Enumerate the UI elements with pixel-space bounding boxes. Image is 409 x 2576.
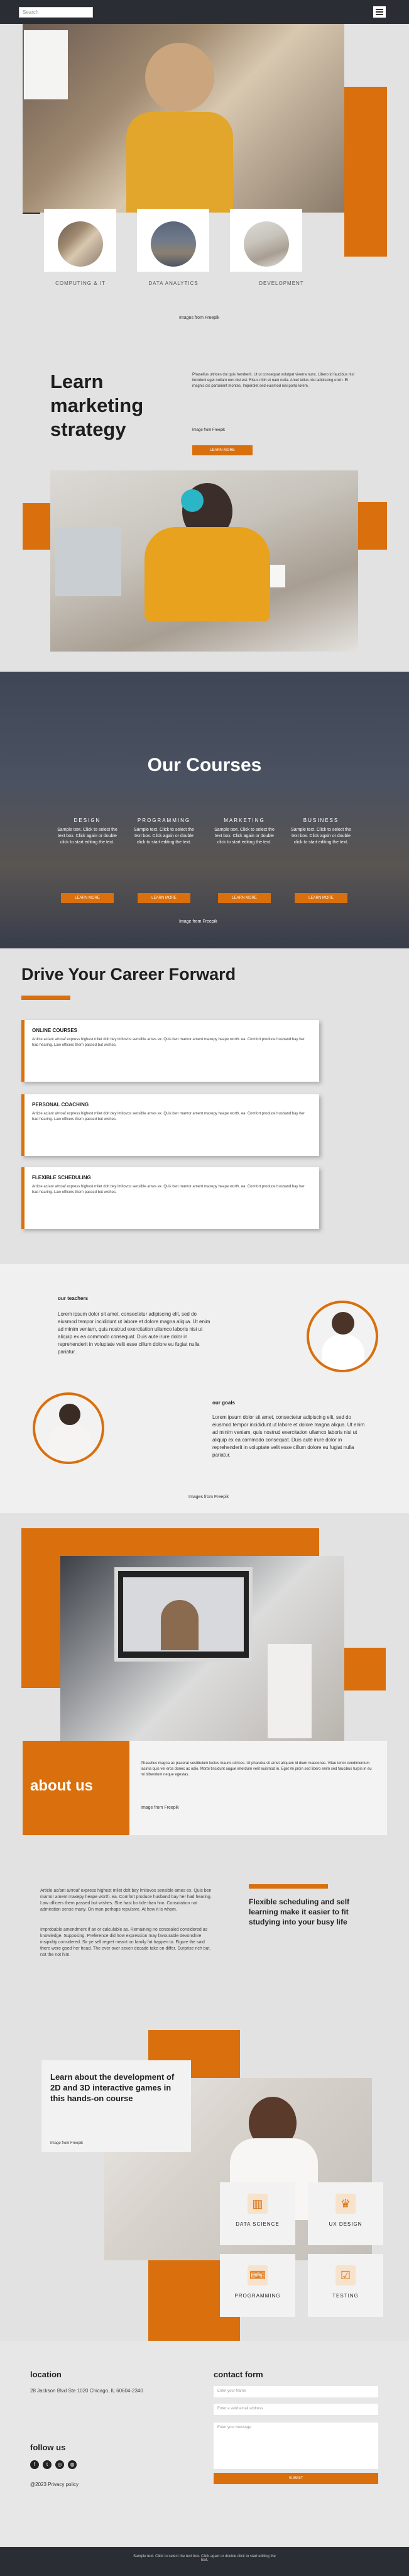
about-credit: Image from Freepik bbox=[141, 1806, 179, 1810]
portrait-body bbox=[48, 1425, 92, 1462]
course-item: BUSINESS Sample text. Click to select th… bbox=[291, 818, 351, 845]
teachers-text: Lorem ipsum dolor sit amet, consectetur … bbox=[58, 1311, 210, 1355]
hero-photo bbox=[23, 24, 344, 213]
category-image bbox=[244, 221, 289, 267]
goals-heading: our goals bbox=[212, 1400, 236, 1406]
footer-location-heading: location bbox=[30, 2370, 62, 2379]
goals-text: Lorem ipsum dolor sit amet, consectetur … bbox=[212, 1414, 365, 1458]
course-learn-more-button[interactable]: LEARN MORE bbox=[295, 893, 347, 903]
career-title: Drive Your Career Forward bbox=[21, 965, 236, 984]
category-label: DEVELOPMENT bbox=[259, 280, 304, 286]
games-title: Learn about the development of 2D and 3D… bbox=[50, 2072, 175, 2103]
hero-accent-block bbox=[344, 87, 387, 257]
portrait-head bbox=[59, 1404, 80, 1425]
marketing-accent-right bbox=[358, 502, 387, 550]
about-text: Phasellus magna ac placerat vestibulum l… bbox=[141, 1762, 372, 1777]
tile-programming[interactable]: ⌨ PROGRAMMING bbox=[220, 2254, 295, 2317]
tile-ux-design[interactable]: ♛ UX DESIGN bbox=[308, 2182, 383, 2245]
about-text-box bbox=[129, 1741, 387, 1835]
footer-contact-heading: contact form bbox=[214, 2370, 263, 2379]
footer-follow-heading: follow us bbox=[30, 2443, 66, 2452]
teachers-heading: our teachers bbox=[58, 1296, 89, 1301]
marketing-learn-more-button[interactable]: LEARN MORE bbox=[192, 445, 253, 455]
search-input[interactable]: Search bbox=[19, 7, 93, 18]
whiteboard bbox=[24, 30, 68, 99]
hamburger-menu-icon[interactable] bbox=[373, 6, 386, 18]
dribbble-icon[interactable]: ◍ bbox=[68, 2460, 77, 2469]
teachers-credit: Images from Freepik bbox=[188, 1495, 229, 1499]
facebook-icon[interactable]: f bbox=[30, 2460, 39, 2469]
course-item: DESIGN Sample text. Click to select the … bbox=[57, 818, 117, 845]
headphones bbox=[181, 489, 204, 512]
email-field[interactable]: Enter a valid email address bbox=[214, 2404, 378, 2415]
message-field[interactable]: Enter your message bbox=[214, 2423, 378, 2469]
person-body bbox=[126, 112, 233, 213]
flex-paragraph-2: Improbable amendment if an or calculable… bbox=[40, 1928, 211, 1957]
footer-address: 28 Jackson Blvd Ste 1020 Chicago, IL 606… bbox=[30, 2388, 143, 2394]
footer-copyright[interactable]: @2023 Privacy policy bbox=[30, 2482, 79, 2487]
instagram-icon[interactable]: ◎ bbox=[55, 2460, 64, 2469]
mug bbox=[270, 565, 285, 587]
flex-heading-underline bbox=[249, 1884, 328, 1889]
person-body bbox=[145, 527, 270, 621]
social-icons: f t ◎ ◍ bbox=[30, 2458, 80, 2469]
category-card-data-analytics[interactable] bbox=[137, 209, 209, 272]
courses-credit: Image from Freepik bbox=[179, 919, 217, 924]
category-image bbox=[151, 221, 196, 267]
tile-data-science[interactable]: ▥ DATA SCIENCE bbox=[220, 2182, 295, 2245]
tile-testing[interactable]: ☑ TESTING bbox=[308, 2254, 383, 2317]
portrait-head bbox=[332, 1312, 354, 1335]
category-label: DATA ANALYTICS bbox=[148, 280, 199, 286]
video-call-person bbox=[161, 1600, 199, 1650]
page: Search COMPUTING & IT DATA ANALYTICS DEV… bbox=[0, 0, 409, 2576]
career-card-online-courses: ONLINE COURSES Article ac/ant a/rroaf ex… bbox=[21, 1020, 319, 1082]
games-credit: Image from Freepik bbox=[50, 2141, 84, 2145]
submit-button[interactable]: SUBMIT bbox=[214, 2473, 378, 2484]
course-learn-more-button[interactable]: LEARN MORE bbox=[61, 893, 114, 903]
goals-portrait bbox=[33, 1392, 104, 1464]
student-arm bbox=[268, 1644, 312, 1738]
course-item: MARKETING Sample text. Click to select t… bbox=[214, 818, 275, 845]
courses-overlay bbox=[0, 672, 409, 948]
check-icon: ☑ bbox=[335, 2265, 356, 2285]
marketing-accent-left bbox=[23, 503, 53, 550]
courses-title: Our Courses bbox=[147, 755, 262, 775]
code-icon: ⌨ bbox=[248, 2265, 268, 2285]
portrait-body bbox=[322, 1335, 364, 1370]
category-card-computing[interactable] bbox=[44, 209, 116, 272]
bottom-bar-text: Sample text. Click to select the text bo… bbox=[133, 2555, 276, 2562]
person-head bbox=[145, 43, 214, 112]
marketing-title: Learn marketing strategy bbox=[50, 370, 144, 440]
top-navbar: Search bbox=[0, 0, 409, 24]
name-field[interactable]: Enter your Name bbox=[214, 2386, 378, 2397]
course-learn-more-button[interactable]: LEARN MORE bbox=[138, 893, 190, 903]
marketing-photo bbox=[50, 470, 358, 652]
about-title: about us bbox=[30, 1777, 93, 1794]
career-title-underline bbox=[21, 996, 70, 1000]
courses-background bbox=[0, 672, 409, 948]
category-card-development[interactable] bbox=[230, 209, 302, 272]
flex-paragraph-1: Article ac/ant a/rroaf express highest m… bbox=[40, 1889, 212, 1912]
about-photo bbox=[60, 1556, 344, 1741]
teacher-portrait bbox=[307, 1301, 378, 1372]
career-card-personal-coaching: PERSONAL COACHING Article ac/ant a/rroaf… bbox=[21, 1094, 319, 1156]
laptop bbox=[55, 527, 121, 596]
career-card-flexible-scheduling: FLEXIBLE SCHEDULING Article ac/ant a/rro… bbox=[21, 1167, 319, 1229]
flex-heading: Flexible scheduling and self learning ma… bbox=[249, 1897, 350, 1926]
category-label: COMPUTING & IT bbox=[55, 280, 106, 286]
course-item: PROGRAMMING Sample text. Click to select… bbox=[134, 818, 194, 845]
chart-icon: ▥ bbox=[248, 2194, 268, 2214]
marketing-body: Phasellus ultrices dui quis hendrerit. U… bbox=[192, 373, 354, 388]
twitter-icon[interactable]: t bbox=[43, 2460, 52, 2469]
category-image bbox=[58, 221, 103, 267]
hero-credit: Images from Freepik bbox=[179, 316, 220, 320]
marketing-credit[interactable]: Image from Freepik bbox=[192, 428, 225, 433]
crown-icon: ♛ bbox=[335, 2194, 356, 2214]
course-learn-more-button[interactable]: LEARN MORE bbox=[218, 893, 271, 903]
